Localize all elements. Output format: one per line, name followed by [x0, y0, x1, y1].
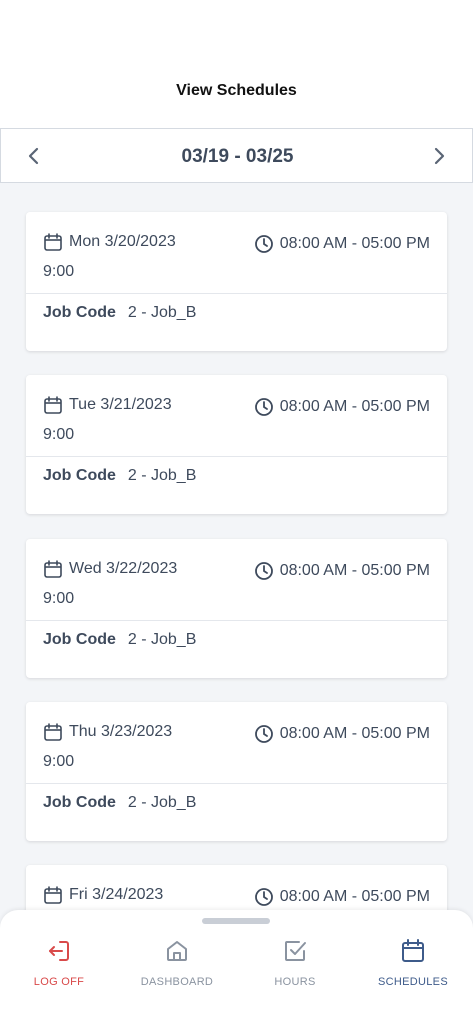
schedule-date-row: Thu 3/23/2023 [43, 722, 172, 742]
home-icon [167, 941, 187, 961]
job-code-row: Job Code 2 - Job_B [43, 304, 196, 322]
tab-label: HOURS [274, 976, 316, 988]
schedule-time: 08:00 AM - 05:00 PM [279, 562, 430, 579]
job-code-label: Job Code [43, 794, 116, 811]
header: View Schedules [0, 0, 473, 128]
calendar-icon [44, 723, 62, 741]
job-code-value: 2 - Job_B [127, 794, 197, 811]
schedule-card[interactable]: Tue 3/21/2023 08:00 AM - 05:00 PM 9:00 J… [26, 375, 447, 514]
page-title: View Schedules [176, 82, 297, 99]
job-code-row: Job Code 2 - Job_B [43, 794, 196, 812]
schedule-hours: 9:00 [43, 753, 75, 770]
tab-label: DASHBOARD [140, 976, 214, 988]
schedule-time: 08:00 AM - 05:00 PM [279, 888, 430, 905]
job-code-value: 2 - Job_B [127, 631, 197, 648]
schedule-time-row: 08:00 AM - 05:00 PM [254, 397, 430, 417]
schedule-date: Fri 3/24/2023 [69, 886, 164, 903]
divider [26, 456, 447, 457]
job-code-label: Job Code [43, 467, 116, 484]
schedule-time: 08:00 AM - 05:00 PM [279, 725, 430, 742]
divider [26, 620, 447, 621]
schedule-time-row: 08:00 AM - 05:00 PM [254, 561, 430, 581]
schedule-date: Mon 3/20/2023 [69, 233, 176, 250]
schedule-card[interactable]: Thu 3/23/2023 08:00 AM - 05:00 PM 9:00 J… [26, 702, 447, 841]
schedule-time-row: 08:00 AM - 05:00 PM [254, 724, 430, 744]
week-navigator: 03/19 - 03/25 [0, 128, 473, 183]
job-code-row: Job Code 2 - Job_B [43, 631, 196, 649]
schedule-date: Thu 3/23/2023 [69, 723, 173, 740]
divider [26, 293, 447, 294]
schedule-date-row: Tue 3/21/2023 [43, 395, 172, 415]
tab-schedules[interactable]: SCHEDULES [354, 938, 472, 998]
calendar-icon [402, 939, 424, 962]
chevron-right-icon [434, 147, 445, 165]
calendar-icon [44, 396, 62, 414]
schedule-card[interactable]: Mon 3/20/2023 08:00 AM - 05:00 PM 9:00 J… [26, 212, 447, 351]
tab-hours[interactable]: HOURS [236, 938, 354, 998]
tab-dashboard[interactable]: DASHBOARD [118, 938, 236, 998]
clock-icon [254, 562, 273, 580]
tab-label: SCHEDULES [378, 976, 448, 988]
tab-log-off[interactable]: LOG OFF [0, 938, 118, 998]
schedule-time: 08:00 AM - 05:00 PM [279, 235, 430, 252]
tab-label: LOG OFF [33, 976, 85, 988]
checkbox-icon [285, 941, 306, 961]
schedule-time-row: 08:00 AM - 05:00 PM [254, 234, 430, 254]
clock-icon [254, 235, 273, 253]
schedule-card[interactable]: Wed 3/22/2023 08:00 AM - 05:00 PM 9:00 J… [26, 539, 447, 678]
schedule-hours: 9:00 [43, 426, 75, 443]
week-range-label: 03/19 - 03/25 [181, 146, 294, 167]
schedule-hours: 9:00 [43, 263, 75, 280]
calendar-icon [44, 560, 62, 578]
schedule-date: Tue 3/21/2023 [69, 396, 172, 413]
calendar-icon [44, 233, 62, 251]
job-code-label: Job Code [43, 304, 116, 321]
clock-icon [254, 888, 273, 906]
job-code-label: Job Code [43, 631, 116, 648]
schedule-date-row: Wed 3/22/2023 [43, 559, 177, 579]
job-code-value: 2 - Job_B [127, 304, 197, 321]
bottom-tab-bar: LOG OFF DASHBOARD HOURS SCHEDULES [0, 910, 473, 1024]
schedule-date-row: Mon 3/20/2023 [43, 232, 176, 252]
next-week-button[interactable] [424, 141, 454, 171]
calendar-icon [44, 886, 62, 904]
job-code-row: Job Code 2 - Job_B [43, 467, 196, 485]
schedule-hours: 9:00 [43, 590, 75, 607]
clock-icon [254, 398, 273, 416]
job-code-value: 2 - Job_B [127, 467, 197, 484]
schedule-time: 08:00 AM - 05:00 PM [279, 398, 430, 415]
clock-icon [254, 725, 273, 743]
schedule-time-row: 08:00 AM - 05:00 PM [254, 887, 430, 907]
log-off-icon [49, 941, 69, 961]
drag-handle[interactable] [202, 918, 270, 924]
divider [26, 783, 447, 784]
schedule-date: Wed 3/22/2023 [69, 560, 178, 577]
schedule-date-row: Fri 3/24/2023 [43, 885, 163, 905]
